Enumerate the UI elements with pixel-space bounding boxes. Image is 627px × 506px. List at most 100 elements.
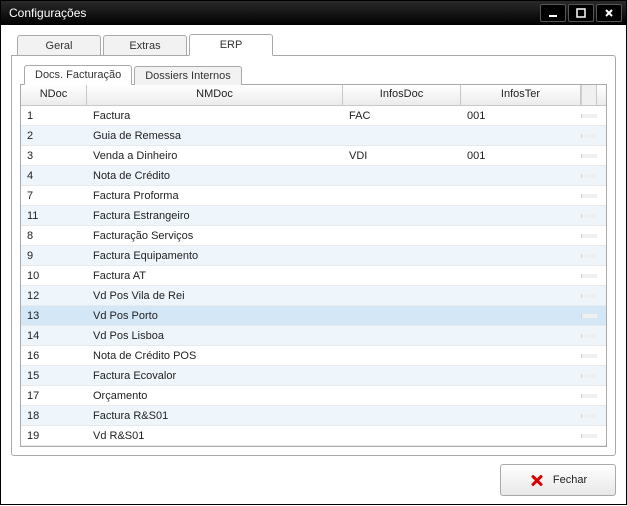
cell-infoster (461, 174, 581, 178)
table-row[interactable]: 19Vd R&S01 (21, 426, 606, 446)
cell-infosdoc (343, 354, 461, 358)
table-row[interactable]: 15Factura Ecovalor (21, 366, 606, 386)
cell-infosdoc (343, 174, 461, 178)
cell-ndoc: 11 (21, 208, 87, 224)
cell-infosdoc (343, 294, 461, 298)
tab-extras[interactable]: Extras (103, 35, 187, 56)
cell-nmdoc: Vd Pos Porto (87, 308, 343, 324)
table-row[interactable]: 12Vd Pos Vila de Rei (21, 286, 606, 306)
cell-ndoc: 17 (21, 388, 87, 404)
table-row[interactable]: 4Nota de Crédito (21, 166, 606, 186)
cell-infosdoc (343, 434, 461, 438)
cell-infosdoc (343, 394, 461, 398)
table-row[interactable]: 8Facturação Serviços (21, 226, 606, 246)
cell-nmdoc: Factura Proforma (87, 188, 343, 204)
scrollbar-gutter (581, 434, 597, 438)
scrollbar-gutter (581, 394, 597, 398)
cell-nmdoc: Factura (87, 108, 343, 124)
cell-nmdoc: Orçamento (87, 388, 343, 404)
cell-infosdoc (343, 234, 461, 238)
cell-ndoc: 15 (21, 368, 87, 384)
documents-grid[interactable]: NDoc NMDoc InfosDoc InfosTer 1FacturaFAC… (21, 85, 606, 446)
tab-geral[interactable]: Geral (17, 35, 101, 56)
cell-infoster (461, 294, 581, 298)
cell-ndoc: 13 (21, 308, 87, 324)
table-row[interactable]: 2Guia de Remessa (21, 126, 606, 146)
cell-infosdoc: FAC (343, 108, 461, 124)
inner-tabstrip: Docs. Facturação Dossiers Internos (24, 64, 607, 84)
table-row[interactable]: 3Venda a DinheiroVDI001 (21, 146, 606, 166)
cell-ndoc: 19 (21, 428, 87, 444)
cell-ndoc: 9 (21, 248, 87, 264)
col-header-infosdoc[interactable]: InfosDoc (343, 85, 461, 105)
cell-nmdoc: Factura Equipamento (87, 248, 343, 264)
cell-infoster (461, 254, 581, 258)
cell-nmdoc: Guia de Remessa (87, 128, 343, 144)
window: Configurações Geral Extras ERP Docs. Fac… (0, 0, 627, 505)
scrollbar-gutter (581, 134, 597, 138)
cell-infoster (461, 234, 581, 238)
table-row[interactable]: 16Nota de Crédito POS (21, 346, 606, 366)
outer-tabstrip: Geral Extras ERP (17, 33, 616, 55)
tab-dossiers-internos[interactable]: Dossiers Internos (134, 66, 242, 85)
scrollbar-gutter (581, 214, 597, 218)
table-row[interactable]: 10Factura AT (21, 266, 606, 286)
cell-infosdoc (343, 194, 461, 198)
footer: Fechar (11, 456, 616, 496)
scrollbar-gutter (581, 114, 597, 118)
scrollbar[interactable] (581, 85, 597, 105)
col-header-ndoc[interactable]: NDoc (21, 85, 87, 105)
cell-infoster (461, 314, 581, 318)
table-row[interactable]: 7Factura Proforma (21, 186, 606, 206)
grid-header: NDoc NMDoc InfosDoc InfosTer (21, 85, 606, 106)
cell-nmdoc: Venda a Dinheiro (87, 148, 343, 164)
table-row[interactable]: 9Factura Equipamento (21, 246, 606, 266)
cell-nmdoc: Vd R&S01 (87, 428, 343, 444)
scrollbar-gutter (581, 414, 597, 418)
table-row[interactable]: 11Factura Estrangeiro (21, 206, 606, 226)
cell-nmdoc: Factura Estrangeiro (87, 208, 343, 224)
cell-infoster (461, 434, 581, 438)
cell-infoster (461, 134, 581, 138)
cell-infoster (461, 374, 581, 378)
col-header-infoster[interactable]: InfosTer (461, 85, 581, 105)
cell-nmdoc: Factura Ecovalor (87, 368, 343, 384)
cell-ndoc: 1 (21, 108, 87, 124)
cell-ndoc: 4 (21, 168, 87, 184)
cell-infosdoc (343, 374, 461, 378)
scrollbar-gutter (581, 234, 597, 238)
client-area: Geral Extras ERP Docs. Facturação Dossie… (1, 25, 626, 506)
cell-nmdoc: Factura AT (87, 268, 343, 284)
cell-infoster (461, 394, 581, 398)
table-row[interactable]: 14Vd Pos Lisboa (21, 326, 606, 346)
window-controls (540, 4, 622, 22)
scrollbar-gutter (581, 354, 597, 358)
close-window-button[interactable] (596, 4, 622, 22)
cell-nmdoc: Nota de Crédito (87, 168, 343, 184)
scrollbar-gutter (581, 274, 597, 278)
col-header-nmdoc[interactable]: NMDoc (87, 85, 343, 105)
minimize-button[interactable] (540, 4, 566, 22)
outer-tab-panel: Docs. Facturação Dossiers Internos NDoc … (11, 55, 616, 456)
tab-erp[interactable]: ERP (189, 34, 273, 56)
cell-ndoc: 2 (21, 128, 87, 144)
tab-docs-facturacao[interactable]: Docs. Facturação (24, 65, 132, 85)
table-row[interactable]: 17Orçamento (21, 386, 606, 406)
table-row[interactable]: 1FacturaFAC001 (21, 106, 606, 126)
inner-tab-panel: NDoc NMDoc InfosDoc InfosTer 1FacturaFAC… (20, 84, 607, 447)
table-row[interactable]: 18Factura R&S01 (21, 406, 606, 426)
cell-ndoc: 8 (21, 228, 87, 244)
cell-ndoc: 7 (21, 188, 87, 204)
cell-nmdoc: Facturação Serviços (87, 228, 343, 244)
cell-ndoc: 10 (21, 268, 87, 284)
titlebar: Configurações (1, 1, 626, 25)
cell-nmdoc: Nota de Crédito POS (87, 348, 343, 364)
cell-infosdoc (343, 254, 461, 258)
cell-infoster (461, 334, 581, 338)
close-button[interactable]: Fechar (500, 464, 616, 496)
table-row[interactable]: 13Vd Pos Porto (21, 306, 606, 326)
close-button-label: Fechar (553, 474, 587, 486)
cell-infosdoc (343, 134, 461, 138)
cell-ndoc: 18 (21, 408, 87, 424)
maximize-button[interactable] (568, 4, 594, 22)
